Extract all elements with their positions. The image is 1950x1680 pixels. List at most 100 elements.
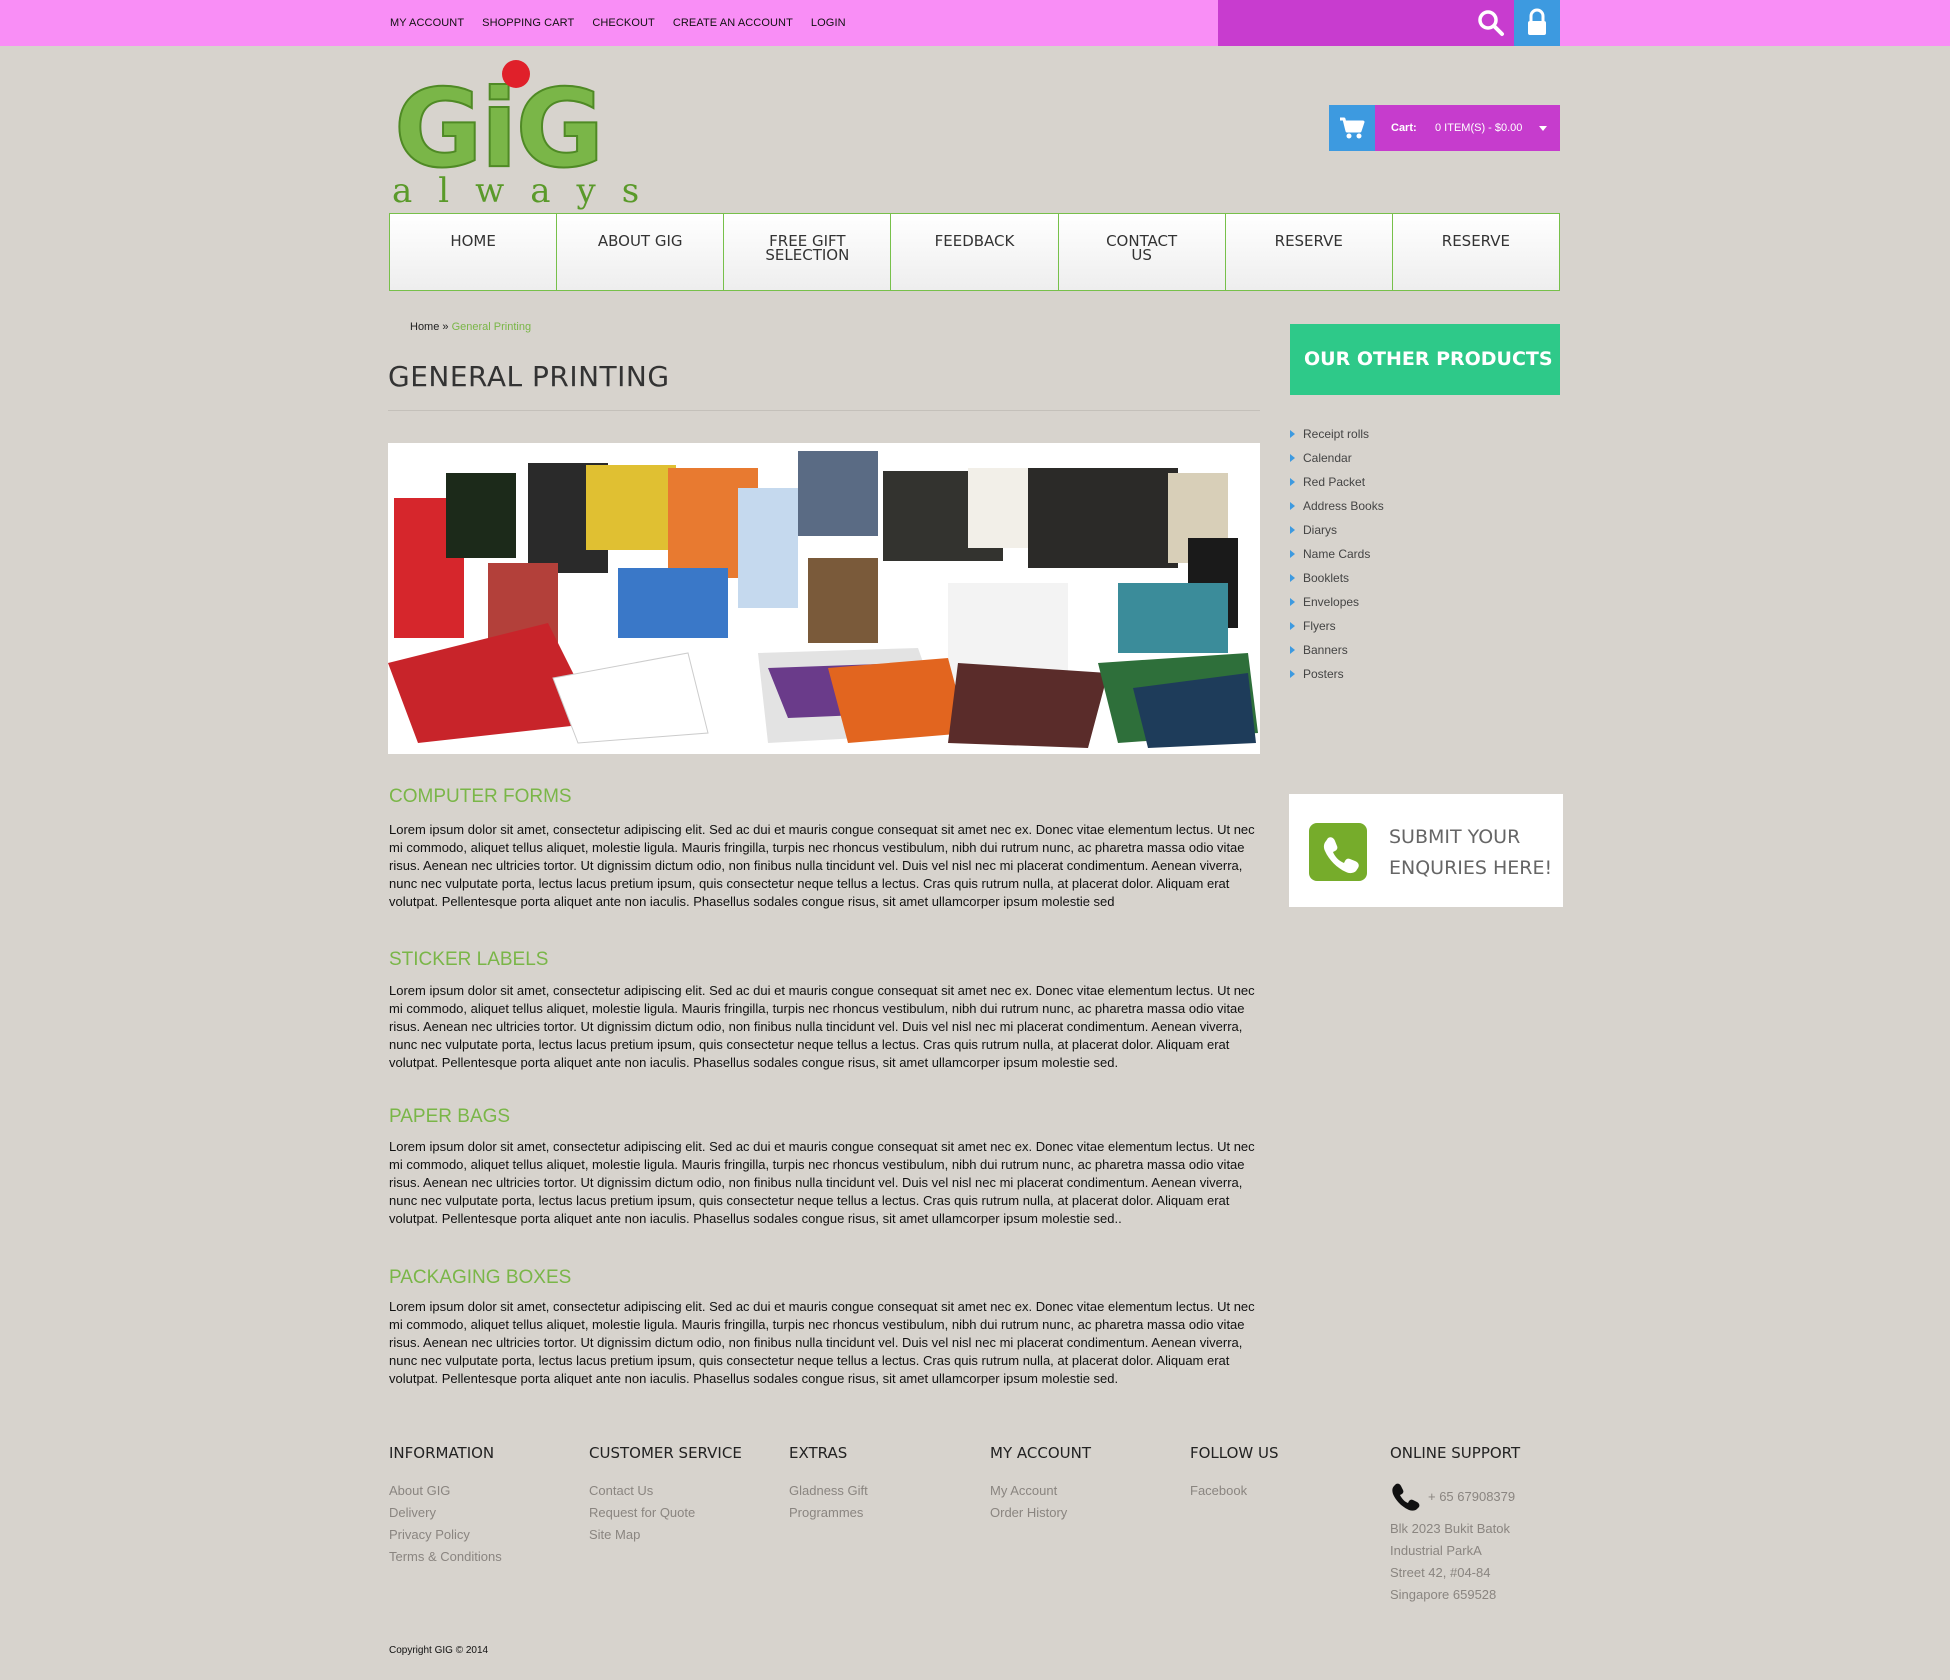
footer-link-terms-conditions[interactable]: Terms & Conditions	[389, 1546, 584, 1568]
footer-link-contact-us[interactable]: Contact Us	[589, 1480, 784, 1502]
footer-link-facebook[interactable]: Facebook	[1190, 1480, 1385, 1502]
sidebar-item-receipt-rolls[interactable]: Receipt rolls	[1290, 422, 1384, 446]
lock-icon	[1528, 8, 1546, 35]
sidebar-item-label: Flyers	[1303, 619, 1336, 633]
footer-my-account: MY ACCOUNT My Account Order History	[990, 1444, 1185, 1524]
sidebar-item-label: Banners	[1303, 643, 1348, 657]
sidebar-item-banners[interactable]: Banners	[1290, 638, 1384, 662]
section-title-packaging-boxes: PACKAGING BOXES	[389, 1267, 572, 1288]
nav-item-reserve-1[interactable]: RESERVE	[1226, 214, 1393, 290]
sidebar-heading: OUR OTHER PRODUCTS	[1304, 348, 1553, 370]
top-link-login[interactable]: LOGIN	[811, 17, 846, 29]
nav-item-contact-us[interactable]: CONTACT US	[1059, 214, 1226, 290]
bullet-arrow-icon	[1290, 550, 1295, 558]
support-phone: + 65 67908379	[1390, 1480, 1560, 1512]
sidebar-item-calendar[interactable]: Calendar	[1290, 446, 1384, 470]
top-link-my-account[interactable]: MY ACCOUNT	[390, 17, 464, 29]
section-body-sticker-labels: Lorem ipsum dolor sit amet, consectetur …	[389, 983, 1255, 1070]
sidebar-item-booklets[interactable]: Booklets	[1290, 566, 1384, 590]
sidebar-item-envelopes[interactable]: Envelopes	[1290, 590, 1384, 614]
sidebar-item-label: Address Books	[1303, 499, 1384, 513]
enquiry-line-2: ENQURIES HERE!	[1389, 857, 1553, 879]
footer-heading: FOLLOW US	[1190, 1444, 1279, 1462]
top-link-shopping-cart[interactable]: SHOPPING CART	[482, 17, 574, 29]
phone-icon	[1392, 1483, 1420, 1511]
footer-heading: EXTRAS	[789, 1444, 848, 1462]
cart-button[interactable]: Cart: 0 ITEM(S) - $0.00	[1329, 105, 1560, 151]
sidebar-item-name-cards[interactable]: Name Cards	[1290, 542, 1384, 566]
sidebar-item-diarys[interactable]: Diarys	[1290, 518, 1384, 542]
bullet-arrow-icon	[1290, 430, 1295, 438]
footer-link-gladness-gift[interactable]: Gladness Gift	[789, 1480, 984, 1502]
section-title-paper-bags: PAPER BAGS	[389, 1106, 511, 1127]
sidebar-item-posters[interactable]: Posters	[1290, 662, 1384, 686]
enquiry-text: SUBMIT YOUR ENQURIES HERE!	[1389, 822, 1552, 884]
support-address-line: Blk 2023 Bukit Batok	[1390, 1521, 1510, 1536]
top-bar	[0, 0, 1950, 46]
footer-information: INFORMATION About GIG Delivery Privacy P…	[389, 1444, 584, 1568]
cart-label: Cart:	[1391, 122, 1417, 134]
footer-heading: MY ACCOUNT	[990, 1444, 1091, 1462]
bullet-arrow-icon	[1290, 622, 1295, 630]
title-divider	[388, 410, 1260, 411]
footer-extras: EXTRAS Gladness Gift Programmes	[789, 1444, 984, 1524]
nav-item-about-gig[interactable]: ABOUT GIG	[557, 214, 725, 290]
nav-label: HOME	[450, 232, 496, 250]
section-body-computer-forms: Lorem ipsum dolor sit amet, consectetur …	[389, 822, 1255, 909]
cart-icon	[1340, 117, 1365, 139]
footer-heading: INFORMATION	[389, 1444, 495, 1462]
search-icon[interactable]	[1476, 8, 1506, 38]
support-address-line: Street 42, #04-84	[1390, 1565, 1491, 1580]
nav-item-free-gift-selection[interactable]: FREE GIFT SELECTION	[724, 214, 892, 290]
printing-products-banner	[388, 443, 1260, 754]
top-link-create-account[interactable]: CREATE AN ACCOUNT	[673, 17, 793, 29]
nav-item-home[interactable]: HOME	[390, 214, 558, 290]
bullet-arrow-icon	[1290, 526, 1295, 534]
sidebar-product-list: Receipt rolls Calendar Red Packet Addres…	[1290, 422, 1384, 686]
top-link-checkout[interactable]: CHECKOUT	[592, 17, 655, 29]
section-title-computer-forms: COMPUTER FORMS	[389, 786, 572, 807]
footer-follow-us: FOLLOW US Facebook	[1190, 1444, 1385, 1502]
sidebar-item-address-books[interactable]: Address Books	[1290, 494, 1384, 518]
breadcrumb: Home » General Printing	[410, 321, 531, 333]
main-nav: HOME ABOUT GIG FREE GIFT SELECTION FEEDBA…	[389, 213, 1560, 291]
footer-link-programmes[interactable]: Programmes	[789, 1502, 984, 1524]
footer-customer-service: CUSTOMER SERVICE Contact Us Request for …	[589, 1444, 784, 1546]
sidebar-item-label: Red Packet	[1303, 475, 1366, 489]
footer-link-about-gig[interactable]: About GIG	[389, 1480, 584, 1502]
bullet-arrow-icon	[1290, 598, 1295, 606]
section-title-sticker-labels: STICKER LABELS	[389, 949, 549, 970]
logo-dot	[502, 60, 530, 88]
bullet-arrow-icon	[1290, 478, 1295, 486]
nav-item-feedback[interactable]: FEEDBACK	[891, 214, 1059, 290]
nav-label-line2: SELECTION	[765, 246, 850, 264]
bullet-arrow-icon	[1290, 502, 1295, 510]
footer-link-site-map[interactable]: Site Map	[589, 1524, 784, 1546]
footer-link-delivery[interactable]: Delivery	[389, 1502, 584, 1524]
bullet-arrow-icon	[1290, 646, 1295, 654]
submit-enquiry-banner[interactable]: SUBMIT YOUR ENQURIES HERE!	[1289, 794, 1563, 907]
login-lock-button[interactable]	[1514, 0, 1560, 46]
search-field[interactable]	[1218, 0, 1514, 46]
sidebar-item-label: Calendar	[1303, 451, 1352, 465]
top-links: MY ACCOUNT SHOPPING CART CHECKOUT CREATE…	[390, 0, 864, 46]
sidebar-item-flyers[interactable]: Flyers	[1290, 614, 1384, 638]
nav-label: RESERVE	[1274, 232, 1343, 250]
bullet-arrow-icon	[1290, 670, 1295, 678]
footer-link-order-history[interactable]: Order History	[990, 1502, 1185, 1524]
support-phone-number: + 65 67908379	[1428, 1488, 1516, 1504]
site-logo[interactable]: GiG always	[390, 58, 650, 211]
breadcrumb-home[interactable]: Home	[410, 321, 439, 333]
breadcrumb-current[interactable]: General Printing	[452, 321, 532, 333]
footer-link-request-quote[interactable]: Request for Quote	[589, 1502, 784, 1524]
footer-link-my-account[interactable]: My Account	[990, 1480, 1185, 1502]
support-address-line: Industrial ParkA	[1390, 1543, 1482, 1558]
sidebar-item-red-packet[interactable]: Red Packet	[1290, 470, 1384, 494]
footer-link-privacy-policy[interactable]: Privacy Policy	[389, 1524, 584, 1546]
sidebar-item-label: Posters	[1303, 667, 1344, 681]
sidebar-item-label: Booklets	[1303, 571, 1350, 585]
caret-down-icon	[1539, 126, 1547, 131]
support-address-line: Singapore 659528	[1390, 1587, 1497, 1602]
breadcrumb-separator: »	[439, 321, 452, 333]
nav-item-reserve-2[interactable]: RESERVE	[1393, 214, 1559, 290]
